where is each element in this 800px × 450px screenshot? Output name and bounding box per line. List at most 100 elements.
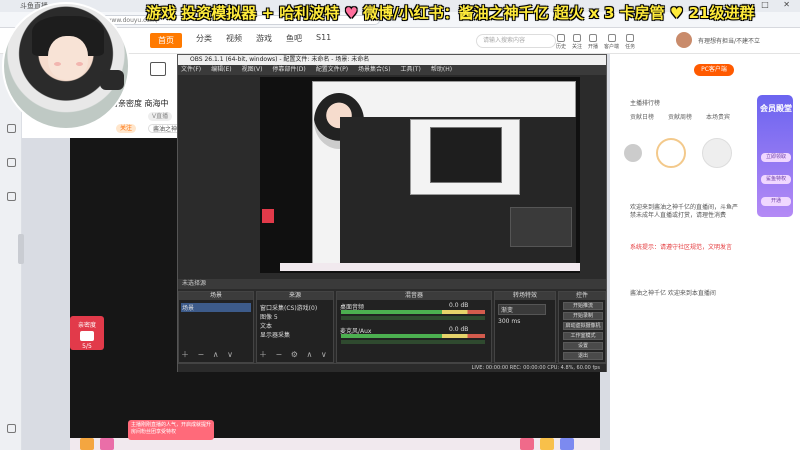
pc-client-button[interactable]: PC客户端 xyxy=(694,64,734,76)
rank-avatar-2[interactable] xyxy=(702,138,732,168)
ranking-label: 主播排行榜 xyxy=(630,100,661,107)
gift-item-3[interactable] xyxy=(520,438,534,450)
scenes-dock-title: 场景 xyxy=(179,292,253,300)
sources-dock-toolbar[interactable]: ＋ − ⚙ ∧ ∨ xyxy=(259,349,330,360)
tab-weekly-rank[interactable]: 贡献周榜 xyxy=(668,112,692,121)
gift-item-1[interactable] xyxy=(80,438,94,450)
scene-item[interactable]: 场景 xyxy=(181,303,251,312)
banner-part-d: 超火 x 3 卡房管 xyxy=(553,4,665,22)
rail-item-follow[interactable] xyxy=(3,192,19,202)
obs-menu-help[interactable]: 帮助(H) xyxy=(431,65,452,75)
heart-icon xyxy=(6,192,16,201)
nav-s11[interactable]: S11 xyxy=(316,33,331,48)
rank-avatar-1[interactable] xyxy=(656,138,686,168)
obs-menu-edit[interactable]: 编辑(E) xyxy=(211,65,231,75)
avatar-face xyxy=(48,36,88,80)
rail-item-live[interactable] xyxy=(3,158,19,168)
nav-game[interactable]: 游戏 xyxy=(256,33,272,48)
start-recording-button[interactable]: 开始录制 xyxy=(563,312,603,320)
transition-duration[interactable]: 300 ms xyxy=(498,318,520,325)
gift-item-5[interactable] xyxy=(560,438,574,450)
promo-privilege-button[interactable]: 鲨鱼特权 xyxy=(761,175,791,184)
mixer-meter-mic xyxy=(341,334,485,338)
streamer-camera-avatar xyxy=(2,2,130,130)
rail-item-recommend[interactable] xyxy=(3,124,19,134)
sources-dock: 来源 窗口采集(CS)游戏(0) 图像 5 文本 显示器采集 ＋ − ⚙ ∧ ∨ xyxy=(256,291,334,363)
broadcast-icon[interactable]: 开播 xyxy=(588,34,598,50)
live-icon xyxy=(6,158,16,167)
nav-category[interactable]: 分类 xyxy=(196,33,212,48)
gift-item-2[interactable] xyxy=(100,438,114,450)
notification-toast[interactable]: 主播刚刚直播的人气，开启成就提升房间粉丝团享受特权 xyxy=(128,420,214,440)
fan-box-count: 5/5 xyxy=(82,343,92,350)
mixer-slider-desktop[interactable] xyxy=(341,316,485,320)
follow-button[interactable]: 关注 xyxy=(116,124,137,133)
audio-wave-icon xyxy=(150,62,166,76)
history-icon[interactable]: 历史 xyxy=(556,34,566,50)
banner-part-a: 游戏 投资模拟器 + 哈利波特 xyxy=(146,4,340,22)
chat-message-3: 酱油之神千亿 欢迎来到本直播间 xyxy=(630,290,716,297)
source-item-3[interactable]: 文本 xyxy=(260,321,272,330)
obs-source-hint: 未选择源 xyxy=(178,279,606,289)
obs-menu-view[interactable]: 视图(V) xyxy=(242,65,263,75)
nested-capture-4 xyxy=(430,127,502,183)
follow-icon[interactable]: 关注 xyxy=(572,34,582,50)
user-avatar[interactable] xyxy=(676,32,692,48)
settings-button[interactable]: 设置 xyxy=(563,342,603,350)
source-item-4[interactable]: 显示器采集 xyxy=(260,330,290,339)
download-icon xyxy=(6,424,16,433)
fan-box[interactable]: 亲密度 5/5 xyxy=(70,316,104,350)
mixer-channel-desktop-level: 0.0 dB xyxy=(449,302,469,309)
rail-collapse-handle[interactable] xyxy=(18,234,24,264)
nav-video[interactable]: 视频 xyxy=(226,33,242,48)
exit-button[interactable]: 退出 xyxy=(563,352,603,360)
obs-status-bar: LIVE: 00:00:00 REC: 00:00:00 CPU: 4.8%, … xyxy=(178,363,606,372)
nested-fan-box xyxy=(262,209,274,223)
recommend-icon xyxy=(6,124,16,133)
nested-gift-bar xyxy=(280,263,580,271)
transition-select[interactable]: 渐变 xyxy=(498,304,546,315)
obs-preview[interactable] xyxy=(260,77,580,273)
v-tag: V直播 xyxy=(148,112,173,121)
source-item-2[interactable]: 图像 5 xyxy=(260,312,278,321)
user-name[interactable]: 有理想有担当/不建不立 xyxy=(698,36,760,45)
obs-menu-tools[interactable]: 工具(T) xyxy=(401,65,421,75)
member-promo[interactable]: 会员殿堂 立即领取 鲨鱼特权 开通 xyxy=(756,94,794,218)
tab-vip[interactable]: 本场贵宾 xyxy=(706,112,730,121)
task-icon[interactable]: 任务 xyxy=(625,34,635,50)
rank-avatar-3[interactable] xyxy=(624,144,642,162)
promo-open-button[interactable]: 开通 xyxy=(761,197,791,206)
client-icon[interactable]: 客户端 xyxy=(604,34,619,50)
mixer-dock-title: 混音器 xyxy=(337,292,491,300)
gift-box-icon xyxy=(80,331,94,341)
main-nav: 首页 分类 视频 游戏 鱼吧 S11 xyxy=(150,33,331,48)
mixer-slider-mic[interactable] xyxy=(341,340,485,344)
banner-heart: ♥ xyxy=(344,4,358,22)
rank-tabs: 贡献日榜 贡献周榜 本场贵宾 xyxy=(630,112,730,121)
search-input[interactable]: 请输入搜索内容 xyxy=(476,34,556,48)
nav-fishbar[interactable]: 鱼吧 xyxy=(286,33,302,48)
virtual-camera-button[interactable]: 启动虚拟摄像机 xyxy=(563,322,603,330)
start-streaming-button[interactable]: 开始推流 xyxy=(563,302,603,310)
transitions-dock: 转场特效 渐变 300 ms xyxy=(494,291,556,363)
tab-daily-rank[interactable]: 贡献日榜 xyxy=(630,112,654,121)
rail-item-download[interactable] xyxy=(3,424,19,434)
obs-menu-scene-collection[interactable]: 场景集合(S) xyxy=(358,65,391,75)
source-item-1[interactable]: 窗口采集(CS)游戏(0) xyxy=(260,303,317,312)
obs-menubar: 文件(F) 编辑(E) 视图(V) 停靠部件(D) 配置文件(P) 场景集合(S… xyxy=(178,65,606,75)
chat-message-1: 欢迎来到酱油之神千亿的直播间，斗鱼严禁未成年人直播或打赏，请理性消费 xyxy=(630,204,739,219)
sources-dock-title: 来源 xyxy=(257,292,333,300)
nav-home[interactable]: 首页 xyxy=(150,33,182,48)
obs-menu-file[interactable]: 文件(F) xyxy=(181,65,201,75)
gift-item-4[interactable] xyxy=(540,438,554,450)
obs-titlebar: OBS 26.1.1 (64-bit, windows) - 配置文件: 未命名… xyxy=(178,55,606,65)
fan-box-title: 亲密度 xyxy=(77,322,96,329)
studio-mode-button[interactable]: 工作室模式 xyxy=(563,332,603,340)
transitions-dock-title: 转场特效 xyxy=(495,292,555,300)
obs-menu-docks[interactable]: 停靠部件(D) xyxy=(272,65,305,75)
promo-claim-button[interactable]: 立即领取 xyxy=(761,153,791,162)
left-rail xyxy=(0,54,24,450)
scenes-dock-toolbar[interactable]: ＋ − ∧ ∨ xyxy=(181,349,236,360)
obs-menu-profile[interactable]: 配置文件(P) xyxy=(316,65,348,75)
stream-banner-text: 游戏 投资模拟器 + 哈利波特 ♥ 微博/小红书：酱油之神千亿 超火 x 3 卡… xyxy=(146,2,754,23)
